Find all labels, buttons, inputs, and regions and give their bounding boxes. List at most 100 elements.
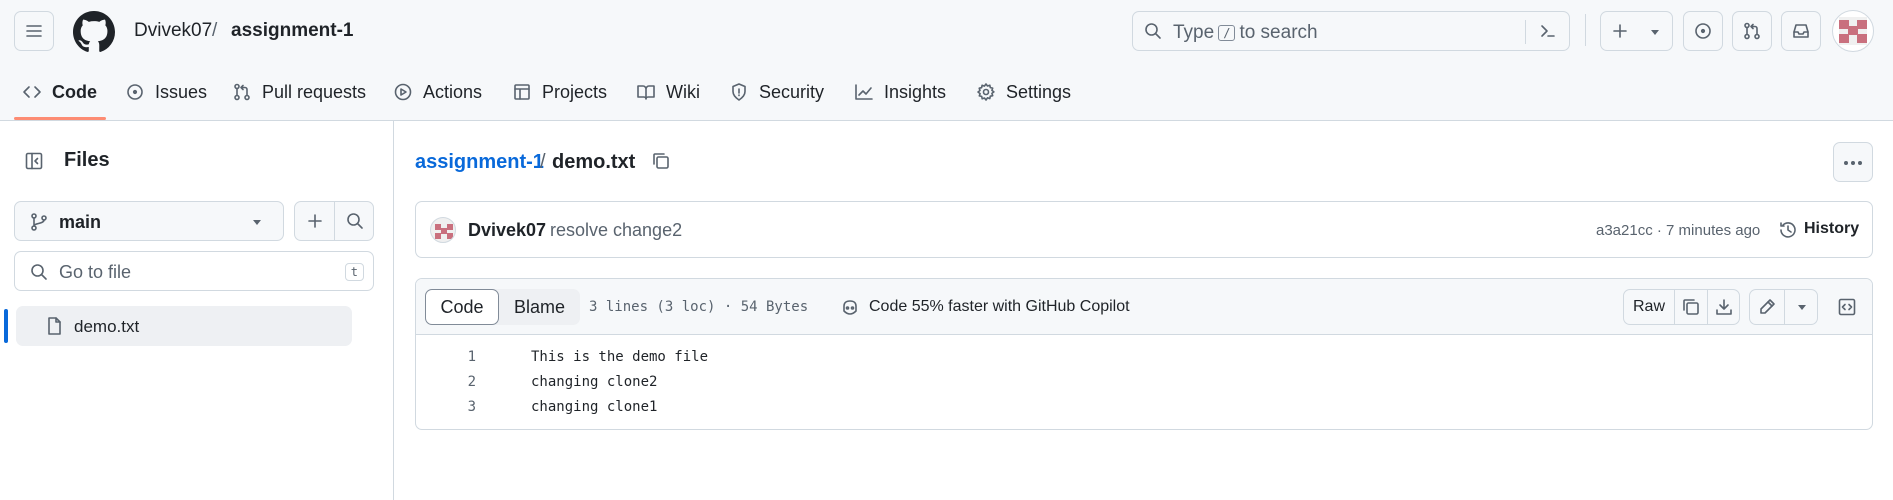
global-header: Dvivek07 / assignment-1 Type / to search [0, 0, 1893, 121]
download-icon [1716, 299, 1732, 315]
download-button[interactable] [1708, 290, 1740, 324]
tab-insights[interactable]: Insights [854, 78, 946, 106]
identicon-icon [435, 224, 453, 239]
tab-pull-requests[interactable]: Pull requests [232, 78, 366, 106]
copy-raw-button[interactable] [1675, 290, 1707, 324]
identicon-icon [1839, 17, 1867, 45]
tab-actions-label: Actions [423, 81, 483, 102]
file-icon [48, 317, 61, 335]
history-button[interactable]: History [1774, 214, 1864, 246]
menu-button[interactable] [14, 11, 54, 51]
raw-copy-download-group: Raw [1623, 289, 1740, 325]
path-file-name: demo.txt [552, 151, 636, 173]
line-number[interactable]: 1 [416, 349, 476, 365]
kebab-horizontal-icon [1844, 161, 1862, 165]
search-text-pre: Type [1173, 22, 1215, 43]
triangle-down-icon [1798, 305, 1806, 310]
file-viewer: Code Blame 3 lines (3 loc) · 54 Bytes Co… [415, 278, 1873, 430]
file-actions-group [294, 201, 374, 241]
commit-meta[interactable]: a3a21cc · 7 minutes ago [1596, 222, 1760, 239]
plus-icon [308, 214, 322, 228]
hamburger-icon [26, 25, 42, 37]
tab-wiki-label: Wiki [666, 81, 700, 102]
view-mode-toggle: Code Blame [425, 289, 580, 325]
search-files-button[interactable] [335, 202, 374, 240]
play-icon [394, 83, 412, 101]
copilot-icon [843, 300, 857, 315]
book-icon [637, 85, 655, 100]
commit-message[interactable]: resolve change2 [550, 220, 682, 241]
history-icon [1780, 222, 1796, 238]
raw-button[interactable]: Raw [1624, 290, 1674, 324]
file-tree-item-label: demo.txt [74, 317, 140, 336]
tab-security-label: Security [759, 81, 825, 102]
edit-options-button[interactable] [1785, 290, 1818, 324]
edit-group [1749, 289, 1818, 325]
git-pull-request-icon [1744, 22, 1760, 40]
code-icon [23, 86, 41, 98]
go-to-file-placeholder: Go to file [59, 262, 132, 282]
github-logo-icon[interactable] [73, 11, 115, 53]
shield-icon [732, 83, 746, 101]
inbox-icon [1793, 24, 1809, 38]
search-icon [31, 264, 47, 280]
search-shortcut-key: / [1218, 25, 1236, 41]
search-input[interactable]: Type / to search [1132, 11, 1570, 51]
triangle-down-icon [253, 220, 261, 225]
commit-author-avatar[interactable] [430, 217, 456, 243]
blame-view-button[interactable]: Blame [499, 289, 580, 325]
breadcrumb-repo[interactable]: assignment-1 [231, 20, 353, 42]
pull-requests-button[interactable] [1732, 11, 1772, 51]
issue-opened-icon [127, 84, 143, 100]
inbox-button[interactable] [1781, 11, 1821, 51]
go-to-file-shortcut: t [344, 263, 364, 281]
copilot-promo[interactable]: Code 55% faster with GitHub Copilot [869, 298, 1130, 316]
line-number[interactable]: 3 [416, 399, 476, 415]
sidebar-collapse-icon [25, 152, 43, 170]
copy-path-icon[interactable] [651, 151, 671, 171]
search-placeholder: Type / to search [1173, 22, 1318, 44]
command-palette-icon[interactable] [1538, 21, 1558, 41]
tab-issues[interactable]: Issues [125, 78, 207, 106]
tab-settings-label: Settings [1006, 81, 1072, 102]
commit-author[interactable]: Dvivek07 [468, 220, 546, 241]
tab-actions[interactable]: Actions [393, 78, 482, 106]
go-to-file-input[interactable]: Go to file t [14, 251, 374, 291]
issue-opened-icon [1695, 23, 1711, 39]
header-divider [1585, 14, 1586, 46]
tab-insights-label: Insights [884, 81, 947, 102]
tab-settings[interactable]: Settings [976, 78, 1071, 106]
branch-selector[interactable]: main [14, 201, 284, 241]
history-label: History [1804, 220, 1860, 237]
tab-wiki[interactable]: Wiki [636, 78, 700, 106]
code-view-button[interactable]: Code [425, 289, 499, 325]
edit-file-button[interactable] [1750, 290, 1784, 324]
tab-security[interactable]: Security [729, 78, 824, 106]
line-number[interactable]: 2 [416, 374, 476, 390]
active-tab-indicator [14, 117, 106, 120]
tab-code[interactable]: Code [22, 78, 97, 106]
git-branch-icon [31, 213, 47, 231]
breadcrumb-owner[interactable]: Dvivek07 [134, 20, 212, 42]
search-icon [347, 213, 363, 229]
user-avatar[interactable] [1832, 10, 1874, 52]
branch-name: main [59, 212, 102, 232]
create-new-button[interactable] [1600, 11, 1673, 51]
tab-projects[interactable]: Projects [512, 78, 607, 106]
search-divider [1525, 20, 1526, 44]
code-line: changing clone1 [531, 399, 658, 415]
file-tree-item[interactable]: demo.txt [16, 306, 352, 346]
code-line: This is the demo file [531, 349, 709, 365]
path-repo-link[interactable]: assignment-1 [415, 151, 544, 174]
triangle-down-icon [1651, 30, 1659, 35]
tab-projects-label: Projects [542, 81, 608, 102]
git-pull-request-icon [234, 83, 250, 101]
add-file-button[interactable] [295, 202, 335, 240]
latest-commit-box: Dvivek07 resolve change2 a3a21cc · 7 min… [415, 201, 1873, 258]
issues-button[interactable] [1683, 11, 1723, 51]
plus-icon [1613, 24, 1627, 38]
symbols-panel-button[interactable] [1829, 289, 1865, 325]
tab-pull-requests-label: Pull requests [262, 81, 367, 102]
more-options-button[interactable] [1833, 142, 1873, 182]
collapse-sidebar-button[interactable] [14, 141, 54, 181]
